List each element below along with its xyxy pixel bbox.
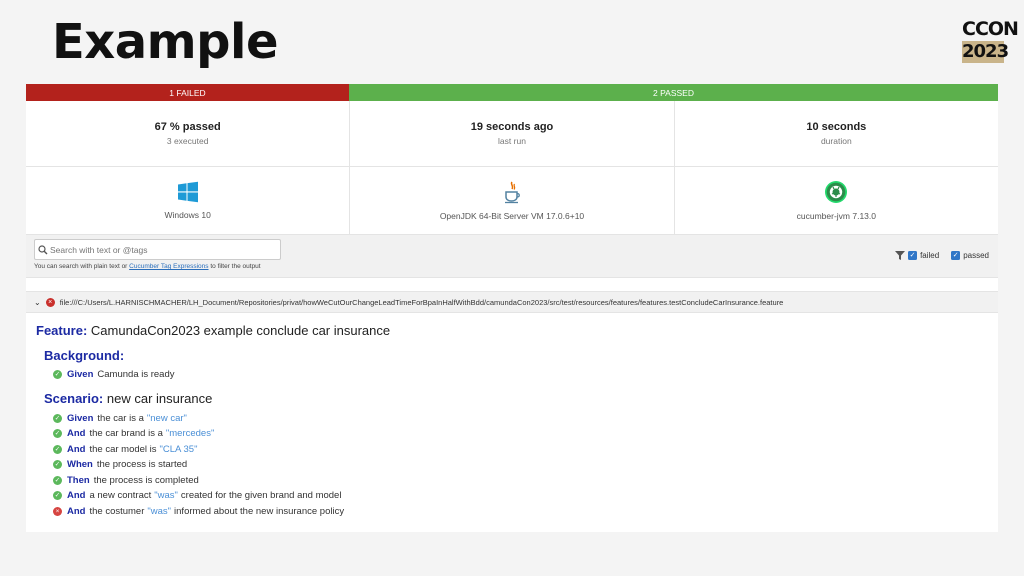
- filter-bar: You can search with plain text or Cucumb…: [26, 235, 998, 278]
- stat-duration-sub: duration: [820, 136, 852, 146]
- failed-checkbox[interactable]: ✓: [908, 251, 918, 260]
- step-argument: "was": [147, 505, 172, 517]
- feature-keyword: Feature:: [36, 323, 88, 338]
- search-hint-suffix: to filter the output: [210, 263, 261, 270]
- passed-step-icon: ✓: [53, 413, 62, 423]
- step-text-suffix: informed about the new insurance policy: [174, 505, 345, 517]
- step-argument: "was": [154, 490, 178, 502]
- stat-last-run-value: 19 seconds ago: [470, 121, 554, 133]
- step-text: the car model is: [89, 443, 157, 455]
- scenario-step: ✓ And a new contract "was" created for t…: [53, 488, 998, 504]
- scenario-keyword: Scenario:: [44, 390, 104, 406]
- scenario-step: ✓ Given the car is a "new car": [53, 411, 998, 427]
- step-text: the car brand is a: [89, 428, 163, 440]
- ccon-logo: CCON 2023: [962, 18, 1019, 63]
- passed-step-icon: ✓: [53, 460, 62, 470]
- env-os-label: Windows 10: [164, 210, 211, 220]
- java-icon: [504, 181, 520, 204]
- step-keyword: When: [67, 459, 93, 471]
- stat-last-run: 19 seconds ago last run: [350, 101, 675, 166]
- logo-line1: CCON: [962, 18, 1019, 40]
- stat-last-run-sub: last run: [498, 136, 526, 146]
- stats-row: 67 % passed 3 executed 19 seconds ago la…: [26, 101, 998, 167]
- scenario-step: ✓ And the car brand is a "mercedes": [53, 426, 998, 442]
- background-step: ✓ Given Camunda is ready: [53, 367, 998, 383]
- step-argument: "mercedes": [165, 428, 215, 440]
- step-text: the costumer: [89, 505, 145, 517]
- passed-filter-label: passed: [963, 251, 989, 260]
- env-runner: cucumber-jvm 7.13.0: [675, 167, 998, 234]
- background-keyword: Background:: [44, 348, 125, 363]
- env-runner-label: cucumber-jvm 7.13.0: [796, 211, 876, 221]
- stat-passed-sub: 3 executed: [166, 136, 209, 146]
- feature-content: Feature: CamundaCon2023 example conclude…: [26, 323, 998, 519]
- step-text: Camunda is ready: [97, 369, 175, 381]
- passed-count-bar[interactable]: 2 PASSED: [349, 84, 998, 101]
- step-text: a new contract: [89, 490, 152, 502]
- tag-expressions-link[interactable]: Cucumber Tag Expressions: [129, 263, 208, 270]
- passed-step-icon: ✓: [53, 475, 62, 485]
- step-keyword: And: [67, 428, 86, 440]
- failed-status-icon: ×: [45, 297, 55, 307]
- stat-passed-value: 67 % passed: [154, 121, 221, 133]
- step-keyword: And: [67, 490, 86, 502]
- step-keyword: Then: [67, 474, 90, 486]
- scenario-heading: Scenario: new car insurance: [44, 391, 998, 406]
- step-keyword: And: [67, 443, 86, 455]
- passed-checkbox[interactable]: ✓: [951, 251, 961, 260]
- cucumber-report: 1 FAILED 2 PASSED 67 % passed 3 executed…: [26, 84, 998, 532]
- failed-step-icon: ×: [53, 506, 62, 516]
- filter-icon: [895, 251, 906, 260]
- chevron-down-icon[interactable]: ⌄: [34, 298, 41, 307]
- step-keyword: Given: [67, 369, 94, 381]
- logo-line2: 2023: [962, 41, 1009, 63]
- scenario-name: new car insurance: [106, 390, 213, 406]
- cucumber-icon: [825, 181, 848, 203]
- stat-duration: 10 seconds duration: [675, 101, 998, 166]
- search-icon: [38, 244, 48, 254]
- feature-file-path: file:///C:/Users/L.HARNISCHMACHER/LH_Doc…: [59, 297, 784, 307]
- scenario-step: ✓ Then the process is completed: [53, 473, 998, 489]
- feature-heading: Feature: CamundaCon2023 example conclude…: [36, 323, 998, 338]
- summary-bar: 1 FAILED 2 PASSED: [26, 84, 998, 101]
- env-jvm: OpenJDK 64-Bit Server VM 17.0.6+10: [350, 167, 675, 234]
- search-hint-text: You can search with plain text or: [34, 263, 128, 270]
- scenario-step: ✓ When the process is started: [53, 457, 998, 473]
- failed-count-bar[interactable]: 1 FAILED: [26, 84, 349, 101]
- failed-filter-label: failed: [920, 251, 940, 260]
- feature-file-header[interactable]: ⌄ × file:///C:/Users/L.HARNISCHMACHER/LH…: [26, 291, 998, 313]
- passed-step-icon: ✓: [53, 491, 62, 501]
- search-hint: You can search with plain text or Cucumb…: [34, 263, 261, 270]
- stat-passed: 67 % passed 3 executed: [26, 101, 351, 166]
- env-jvm-label: OpenJDK 64-Bit Server VM 17.0.6+10: [439, 211, 585, 221]
- environment-row: Windows 10 OpenJDK 64-Bit Server VM 17.0…: [26, 167, 998, 235]
- step-text: the car is a: [97, 412, 144, 424]
- scenario-step-failed: × And the costumer "was" informed about …: [53, 504, 998, 520]
- feature-name: CamundaCon2023 example conclude car insu…: [90, 323, 391, 338]
- stat-duration-value: 10 seconds: [806, 121, 867, 133]
- step-argument: "CLA 35": [159, 443, 198, 455]
- search-box[interactable]: [34, 239, 281, 260]
- step-text-suffix: created for the given brand and model: [180, 490, 342, 502]
- passed-step-icon: ✓: [53, 444, 62, 454]
- windows-icon: [177, 181, 198, 203]
- step-argument: "new car": [146, 412, 187, 424]
- env-os: Windows 10: [26, 167, 351, 234]
- step-keyword: Given: [67, 412, 94, 424]
- scenario-step: ✓ And the car model is "CLA 35": [53, 442, 998, 458]
- passed-step-icon: ✓: [53, 429, 62, 439]
- search-input[interactable]: [50, 244, 270, 255]
- step-text: the process is completed: [93, 474, 199, 486]
- status-filters: ✓ failed ✓ passed: [895, 251, 989, 260]
- passed-step-icon: ✓: [53, 370, 62, 380]
- step-text: the process is started: [96, 459, 188, 471]
- background-heading: Background:: [44, 348, 998, 363]
- slide-title: Example: [52, 14, 279, 70]
- step-keyword: And: [67, 505, 86, 517]
